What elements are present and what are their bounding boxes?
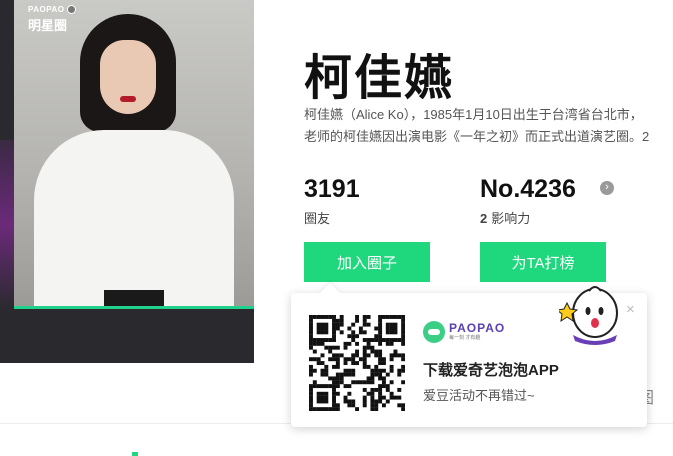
rank-stat: No.4236 2 影响力: [480, 174, 576, 227]
photo-underline: [14, 306, 254, 309]
artist-photo: [14, 0, 254, 307]
close-icon[interactable]: ×: [626, 302, 635, 317]
logo-brand-top: PAOPAO: [28, 5, 65, 14]
popup-subtitle: 爱豆活动不再错过~: [423, 388, 535, 403]
mascot-icon: [559, 286, 618, 345]
vote-ranking-button[interactable]: 为TA打榜: [480, 242, 606, 282]
popup-title: 下载爱奇艺泡泡APP: [423, 362, 559, 379]
lower-tab-indicator: [132, 452, 138, 456]
paopao-logo-text: PAOPAO: [449, 321, 506, 335]
artist-bio: 柯佳嬿（Alice Ko），1985年1月10日出生于台湾省台北市， 老师的柯佳…: [304, 104, 673, 148]
artist-name: 柯佳嬿: [304, 52, 455, 105]
paopao-app-logo: PAOPAO 每一刻 才有趣: [423, 321, 505, 343]
fans-stat: 3191 圈友: [304, 174, 360, 227]
influence-level: 2: [480, 211, 488, 226]
bio-line-1: 柯佳嬿（Alice Ko），1985年1月10日出生于台湾省台北市，: [304, 107, 643, 122]
hero-accent-stripe: [0, 140, 14, 310]
paopao-star-circle-logo[interactable]: PAOPAO 明星圈: [28, 5, 77, 34]
join-circle-button[interactable]: 加入圈子: [304, 242, 430, 282]
paopao-badge-icon: [423, 321, 445, 343]
paopao-logo-slogan: 每一刻 才有趣: [449, 335, 481, 341]
rank-more-chevron-icon[interactable]: ›: [600, 181, 614, 195]
bio-line-2: 老师的柯佳嬿因出演电影《一年之初》而正式出道演艺圈。2: [304, 129, 650, 144]
download-app-popup: PAOPAO 每一刻 才有趣 下载爱奇艺泡泡APP 爱豆活动不再错过~ ×: [291, 283, 647, 427]
logo-brand-bottom: 明星圈: [28, 18, 68, 33]
download-qr-code: [309, 315, 405, 411]
fans-label: 圈友: [304, 211, 331, 226]
rank-value: No.4236: [480, 175, 576, 203]
fans-count: 3191: [304, 175, 360, 203]
influence-label-row: 2 影响力: [480, 208, 576, 227]
influence-label: 影响力: [491, 211, 531, 226]
logo-dot-icon: [67, 5, 77, 14]
